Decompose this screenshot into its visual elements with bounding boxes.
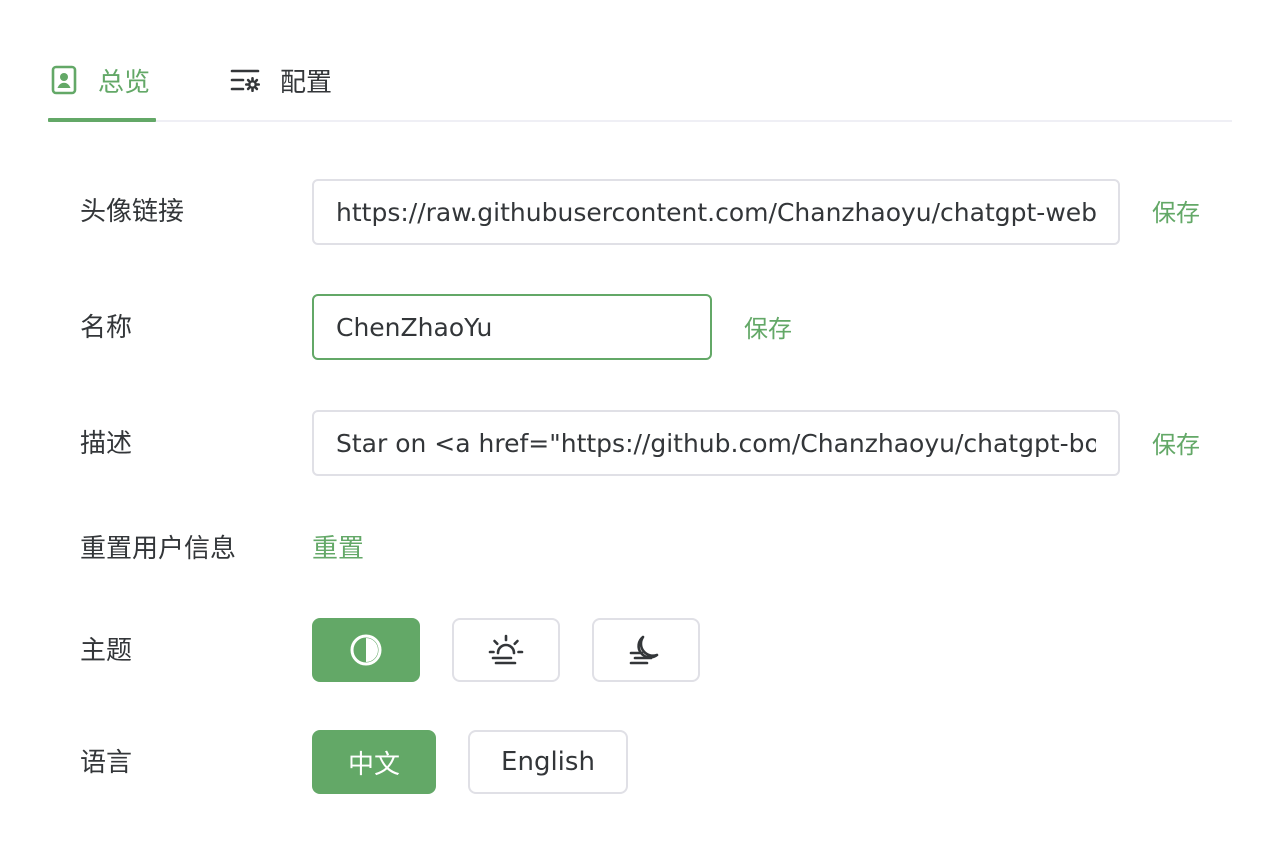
active-tab-indicator [48, 118, 156, 122]
language-label: 语言 [80, 748, 133, 778]
avatar-save-button[interactable]: 保存 [1152, 196, 1200, 230]
moon-dark-icon [627, 631, 665, 669]
tab-config[interactable]: 配置 [230, 40, 350, 120]
name-save-button[interactable]: 保存 [744, 312, 792, 346]
contrast-auto-icon [349, 633, 383, 667]
sunrise-light-icon [487, 631, 525, 669]
name-field[interactable] [312, 294, 712, 360]
name-input[interactable] [336, 312, 688, 342]
description-field[interactable] [312, 410, 1120, 476]
avatar-link-input[interactable] [336, 197, 1096, 227]
theme-light-button[interactable] [452, 618, 560, 682]
description-save-button[interactable]: 保存 [1152, 428, 1200, 462]
language-chinese-button[interactable]: 中文 [312, 730, 436, 794]
language-english-button[interactable]: English [468, 730, 628, 794]
settings-list-icon [230, 64, 262, 96]
description-input[interactable] [336, 428, 1096, 458]
theme-auto-button[interactable] [312, 618, 420, 682]
description-label: 描述 [80, 429, 133, 459]
theme-dark-button[interactable] [592, 618, 700, 682]
theme-label: 主题 [80, 636, 133, 666]
profile-card-icon [48, 64, 80, 96]
avatar-link-field[interactable] [312, 179, 1120, 245]
tab-config-label: 配置 [280, 67, 333, 98]
avatar-link-label: 头像链接 [80, 197, 185, 227]
tab-bar: 总览 配置 [48, 40, 1232, 122]
reset-button[interactable]: 重置 [312, 532, 364, 566]
reset-label: 重置用户信息 [80, 534, 237, 564]
tab-overview[interactable]: 总览 [48, 40, 156, 120]
name-label: 名称 [80, 313, 133, 343]
settings-panel: 总览 配置 头像链接 https://raw.githubusercontent… [0, 0, 1278, 868]
tab-overview-label: 总览 [98, 67, 151, 98]
